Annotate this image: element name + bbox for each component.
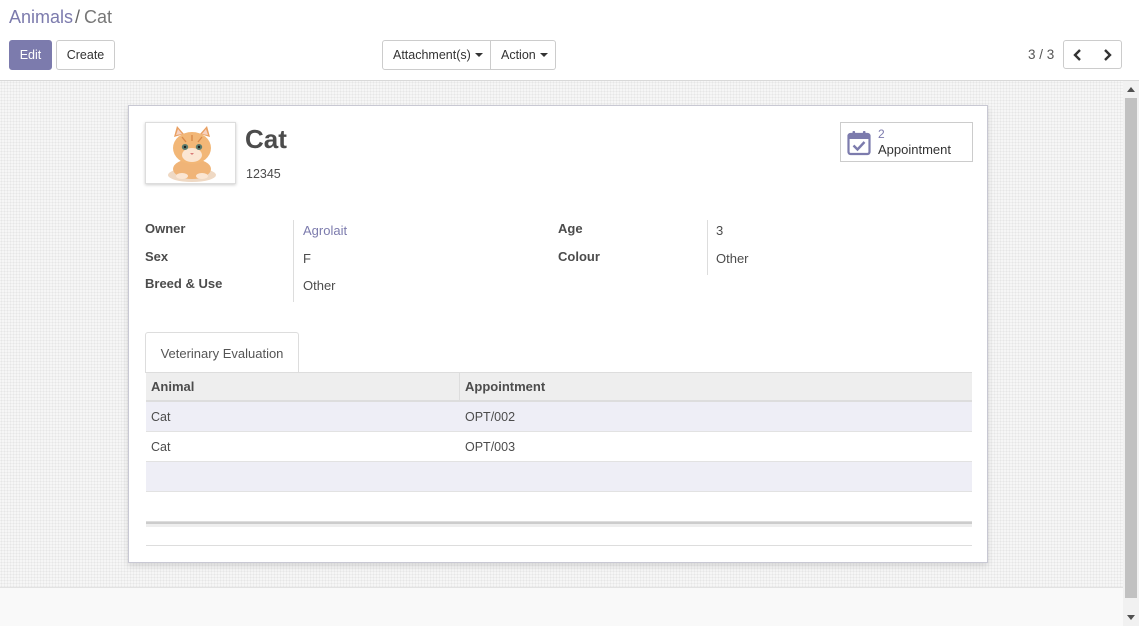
table-footer <box>146 522 972 527</box>
caret-down-icon <box>474 53 483 57</box>
breadcrumb-separator: / <box>75 7 81 27</box>
tab-veterinary-evaluation[interactable]: Veterinary Evaluation <box>145 332 299 373</box>
sex-field[interactable]: F <box>303 251 311 266</box>
colour-label: Colour <box>558 249 600 264</box>
owner-link[interactable]: Agrolait <box>303 223 347 238</box>
column-header-appointment[interactable]: Appointment <box>460 373 972 400</box>
action-label: Action <box>501 48 536 62</box>
owner-field: Agrolait <box>303 223 347 238</box>
vertical-scrollbar[interactable] <box>1123 81 1139 626</box>
sex-label: Sex <box>145 249 169 264</box>
attachments-dropdown[interactable]: Attachment(s) <box>382 40 491 70</box>
table-header: Animal Appointment <box>146 372 972 402</box>
form-sheet: Cat 12345 2 Appointment Owner Sex Breed … <box>128 105 988 563</box>
action-dropdown[interactable]: Action <box>491 40 556 70</box>
appointment-smart-button[interactable]: 2 Appointment <box>840 122 973 162</box>
caret-down-icon <box>539 53 548 57</box>
calendar-check-icon <box>847 131 871 156</box>
scrollbar-thumb[interactable] <box>1125 98 1137 598</box>
pager-next-button[interactable] <box>1092 40 1122 69</box>
scroll-up-arrow-icon[interactable] <box>1127 87 1135 92</box>
table-empty-row <box>146 492 972 522</box>
sheet-bottom-divider <box>146 545 972 546</box>
scroll-down-arrow-icon[interactable] <box>1127 615 1135 620</box>
cell-animal: Cat <box>151 439 171 454</box>
chevron-left-icon <box>1073 48 1081 61</box>
kitten-image <box>146 123 235 183</box>
field-divider <box>293 220 294 302</box>
field-divider <box>707 220 708 275</box>
breed-use-label: Breed & Use <box>145 276 223 291</box>
control-panel: Animals / Cat Edit Create Attachment(s) Ac… <box>0 0 1139 81</box>
record-title[interactable]: Cat <box>245 124 287 155</box>
cell-appointment: OPT/003 <box>465 439 516 454</box>
attachments-label: Attachment(s) <box>393 48 471 62</box>
bottom-strip <box>0 587 1123 626</box>
breadcrumb-current: Cat <box>84 7 113 27</box>
table-row[interactable]: Cat OPT/003 <box>146 432 972 462</box>
age-label: Age <box>558 221 583 236</box>
appointment-label: Appointment <box>878 142 951 157</box>
cell-animal: Cat <box>151 409 171 424</box>
chevron-right-icon <box>1103 48 1112 61</box>
owner-label: Owner <box>145 221 186 236</box>
pager-value[interactable]: 3 / 3 <box>1028 47 1054 62</box>
pager-previous-button[interactable] <box>1063 40 1093 69</box>
sidebar-actions: Attachment(s) Action <box>382 40 556 70</box>
breadcrumb-animals-link[interactable]: Animals <box>9 7 73 27</box>
table-row[interactable]: Cat OPT/002 <box>146 402 972 432</box>
breed-use-field[interactable]: Other <box>303 278 336 293</box>
cell-appointment: OPT/002 <box>465 409 516 424</box>
colour-field[interactable]: Other <box>716 251 749 266</box>
create-button[interactable]: Create <box>56 40 115 70</box>
animal-image[interactable] <box>145 122 236 184</box>
evaluation-table: Animal Appointment Cat OPT/002 Cat OPT/0… <box>146 372 972 527</box>
record-reference[interactable]: 12345 <box>246 167 281 181</box>
appointment-count: 2 <box>878 127 885 141</box>
breadcrumb: Animals / Cat <box>9 7 112 28</box>
edit-button[interactable]: Edit <box>9 40 52 70</box>
age-field[interactable]: 3 <box>716 223 723 238</box>
table-empty-row <box>146 462 972 492</box>
column-header-animal[interactable]: Animal <box>146 373 460 400</box>
